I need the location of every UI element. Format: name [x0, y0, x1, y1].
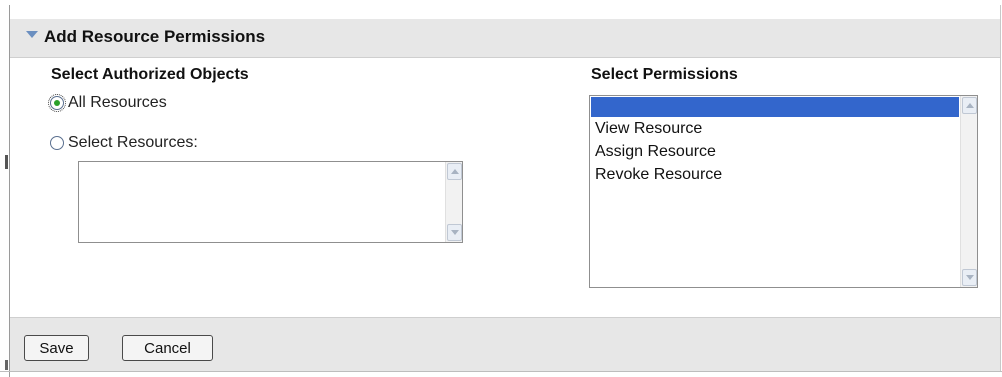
- scroll-up-button[interactable]: [447, 163, 462, 180]
- permissions-listbox[interactable]: View Resource Assign Resource Revoke Res…: [589, 95, 978, 288]
- scroll-down-button[interactable]: [962, 269, 977, 286]
- permissions-scrollbar[interactable]: [960, 96, 977, 287]
- radio-all-resources-button[interactable]: [48, 94, 66, 112]
- scroll-down-icon: [451, 230, 459, 235]
- permission-option-revoke[interactable]: Revoke Resource: [590, 163, 960, 186]
- permission-option-view[interactable]: View Resource: [590, 117, 960, 140]
- permission-option-assign[interactable]: Assign Resource: [590, 140, 960, 163]
- top-border: [0, 0, 1002, 1]
- cancel-button[interactable]: Cancel: [122, 335, 213, 361]
- permission-option-blank[interactable]: [591, 97, 959, 117]
- scroll-up-icon: [966, 103, 974, 108]
- collapse-arrow-icon[interactable]: [26, 31, 38, 38]
- radio-all-resources-label: All Resources: [68, 94, 167, 111]
- resources-listbox[interactable]: [78, 161, 463, 243]
- left-marker-bottom: [5, 360, 8, 370]
- objects-heading: Select Authorized Objects: [51, 66, 249, 83]
- panel-title: Add Resource Permissions: [44, 27, 266, 46]
- resources-scrollbar[interactable]: [445, 162, 462, 242]
- panel-header[interactable]: Add Resource Permissions: [10, 19, 1000, 58]
- scroll-up-button[interactable]: [962, 97, 977, 114]
- right-border: [1000, 5, 1001, 371]
- radio-select-resources-label: Select Resources:: [68, 134, 198, 151]
- radio-select-resources[interactable]: Select Resources:: [50, 134, 198, 152]
- save-button[interactable]: Save: [24, 335, 89, 361]
- radio-all-resources[interactable]: All Resources: [48, 94, 167, 112]
- permissions-heading: Select Permissions: [591, 66, 738, 83]
- radio-select-resources-button[interactable]: [50, 136, 64, 150]
- permissions-options: View Resource Assign Resource Revoke Res…: [590, 96, 960, 186]
- scroll-down-button[interactable]: [447, 224, 462, 241]
- scroll-up-icon: [451, 169, 459, 174]
- scroll-down-icon: [966, 275, 974, 280]
- bottom-border: [0, 371, 1002, 372]
- panel-footer: Save Cancel: [10, 317, 1000, 372]
- left-marker: [5, 155, 8, 169]
